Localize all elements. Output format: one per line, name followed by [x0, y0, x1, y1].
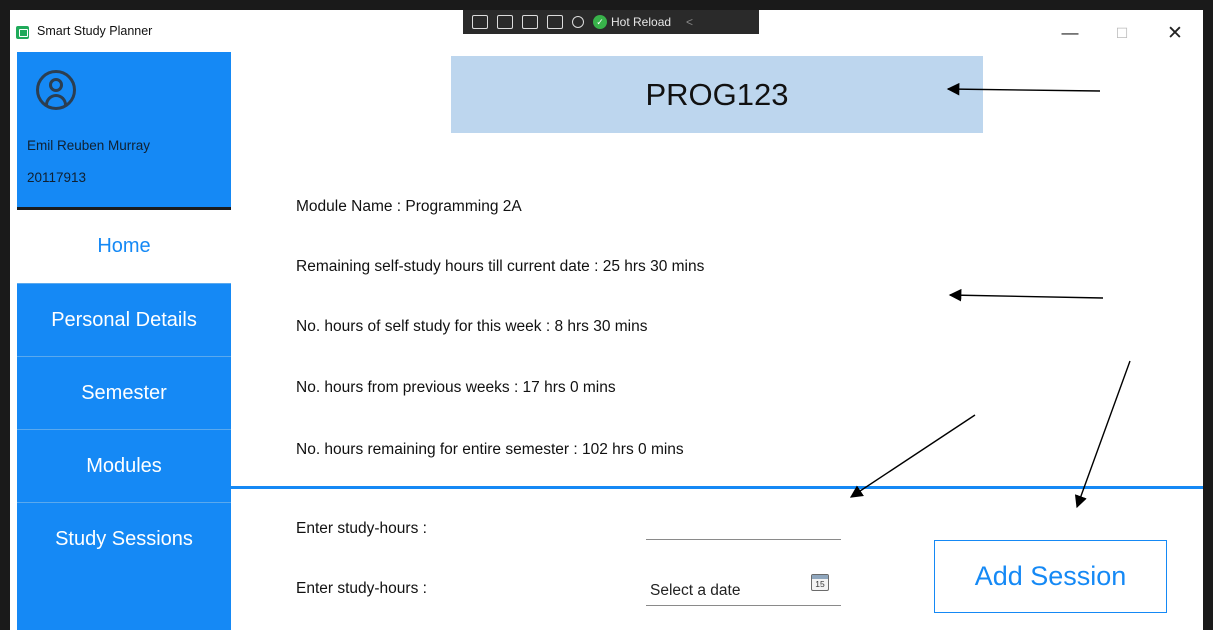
- sidebar: Emil Reuben Murray 20117913 Home Persona…: [17, 52, 231, 630]
- sidebar-item-semester[interactable]: Semester: [17, 356, 231, 429]
- calendar-icon[interactable]: 15: [811, 574, 829, 591]
- sidebar-item-home[interactable]: Home: [17, 210, 231, 283]
- debug-toolbar: ✓ Hot Reload <: [463, 10, 759, 34]
- arrow-to-hours-input: [849, 414, 976, 498]
- section-divider: [231, 486, 1203, 489]
- user-avatar-icon: [36, 70, 76, 110]
- maximize-button[interactable]: ☐: [1107, 18, 1137, 48]
- sidebar-item-modules[interactable]: Modules: [17, 429, 231, 502]
- student-number: 20117913: [27, 170, 87, 185]
- study-date-picker[interactable]: Select a date 15: [646, 570, 841, 606]
- user-name: Emil Reuben Murray: [27, 138, 151, 153]
- sidebar-item-personal-details[interactable]: Personal Details: [17, 283, 231, 356]
- module-name-text: Module Name : Programming 2A: [296, 198, 522, 215]
- window-title: Smart Study Planner: [37, 24, 153, 38]
- study-date-label: Enter study-hours :: [296, 580, 427, 597]
- study-hours-label: Enter study-hours :: [296, 520, 427, 537]
- hot-reload-indicator[interactable]: ✓ Hot Reload: [593, 15, 671, 29]
- weekly-hours-text: No. hours of self study for this week : …: [296, 318, 648, 335]
- user-profile: Emil Reuben Murray 20117913: [17, 52, 231, 207]
- semester-remaining-hours-text: No. hours remaining for entire semester …: [296, 441, 684, 458]
- track-focused-element-icon[interactable]: [547, 15, 563, 29]
- minimize-button[interactable]: —: [1055, 18, 1085, 48]
- study-hours-input[interactable]: [646, 514, 841, 540]
- checkmark-icon: ✓: [593, 15, 607, 29]
- date-placeholder: Select a date: [650, 582, 741, 599]
- close-button[interactable]: ✕: [1160, 18, 1190, 48]
- sidebar-item-study-sessions[interactable]: Study Sessions: [17, 502, 231, 575]
- previous-weeks-hours-text: No. hours from previous weeks : 17 hrs 0…: [296, 379, 616, 396]
- select-element-icon[interactable]: [497, 15, 513, 29]
- binding-failures-icon[interactable]: [572, 16, 584, 28]
- hot-reload-label: Hot Reload: [611, 15, 672, 29]
- add-session-button[interactable]: Add Session: [934, 540, 1167, 613]
- live-visual-tree-icon[interactable]: [472, 15, 488, 29]
- title-bar: Smart Study Planner ✓ Hot Reload < — ☐ ✕: [10, 10, 1203, 52]
- app-logo-icon: [16, 26, 29, 39]
- collapse-toolbar-icon[interactable]: <: [686, 15, 693, 29]
- app-window: Smart Study Planner ✓ Hot Reload < — ☐ ✕…: [10, 10, 1203, 630]
- calendar-day: 15: [815, 579, 825, 589]
- display-layout-adorners-icon[interactable]: [522, 15, 538, 29]
- arrow-to-info: [948, 288, 1104, 302]
- remaining-hours-text: Remaining self-study hours till current …: [296, 258, 705, 275]
- module-code-banner: PROG123: [451, 56, 983, 133]
